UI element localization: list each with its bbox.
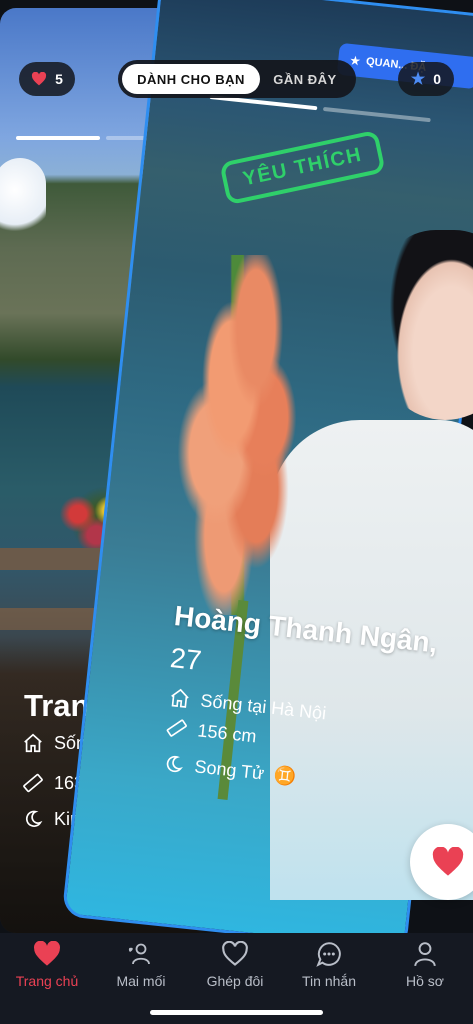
gemini-icon: ♊ [273,764,298,787]
feed-tabs: DÀNH CHO BẠN GẦN ĐÂY [118,60,356,98]
likes-counter[interactable]: 5 [19,62,75,96]
matchmaker-icon [128,943,150,965]
front-profile-age: 27 [168,642,203,677]
heart-icon [34,941,60,966]
home-icon [24,733,42,753]
ruler-icon [166,719,187,737]
home-indicator [150,1010,323,1015]
star-icon: ★ [349,54,361,68]
home-icon [171,688,189,708]
nav-item-home[interactable]: Trang chủ [0,941,94,989]
stars-counter[interactable]: ★ 0 [398,62,454,96]
nav-label: Trang chủ [15,973,79,989]
nav-label: Tin nhắn [302,973,356,989]
chat-icon [316,942,341,967]
flower-bouquet-image [160,255,320,615]
nav-item-match[interactable]: Ghép đôi [188,941,282,989]
likes-count: 5 [55,71,63,87]
nav-label: Mai mối [116,973,166,989]
star-icon: ★ [410,71,426,88]
heart-outline-icon [222,941,248,966]
ruler-icon [23,773,43,793]
nav-label: Ghép đôi [206,973,264,989]
nav-item-messages[interactable]: Tin nhắn [282,941,376,989]
nav-item-matchmaker[interactable]: Mai mối [94,941,188,989]
nav-label: Hồ sơ [406,973,444,989]
photo-progress-segment [16,136,100,140]
moon-stars-icon [25,810,43,827]
profile-icon [414,942,436,967]
nav-item-profile[interactable]: Hồ sơ [378,941,472,989]
cloud-image [0,158,46,238]
stars-count: 0 [433,71,442,87]
person-face-image [380,230,473,420]
moon-stars-icon [166,755,183,773]
heart-icon [32,72,47,86]
tab-nearby[interactable]: GẦN ĐÂY [260,64,350,94]
heart-icon [432,847,464,876]
screen: Trang P Sống tại H 163 cm Kim Ngưu ★ QUA… [0,0,473,1024]
tab-for-you[interactable]: DÀNH CHO BẠN [122,64,260,94]
